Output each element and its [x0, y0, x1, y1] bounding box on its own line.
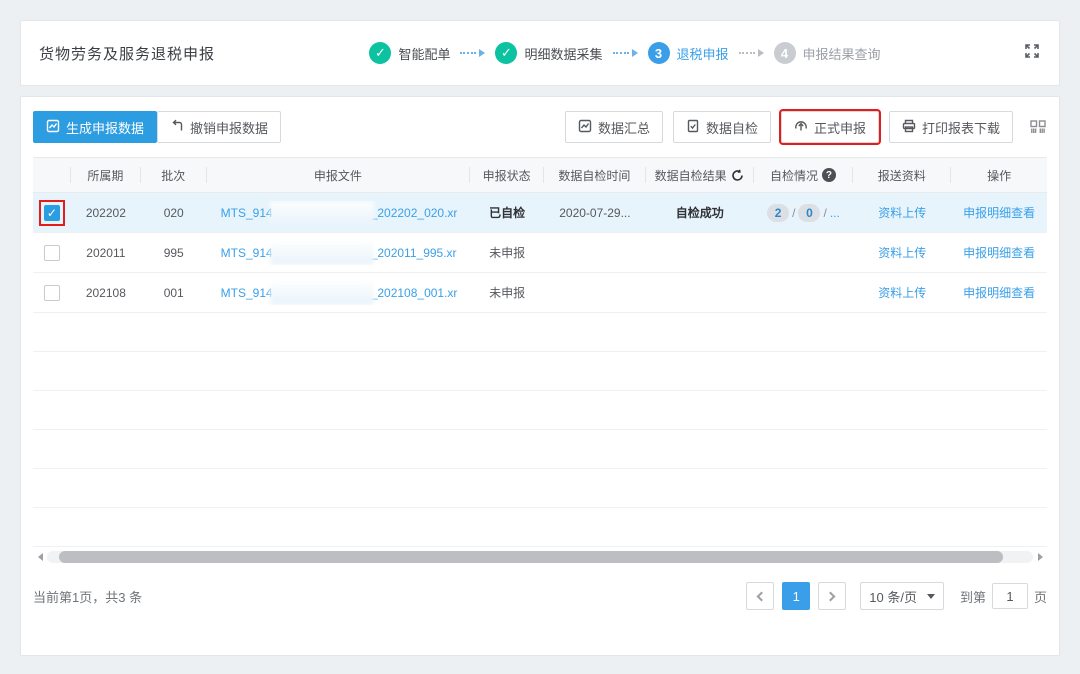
cell-selfcheck-badges: 2 / 0 / ...: [754, 204, 854, 222]
main-panel: 生成申报数据 撤销申报数据 数据汇总: [20, 96, 1060, 656]
chart-icon: [578, 119, 592, 136]
col-header-batch: 批次: [141, 167, 207, 183]
cell-period: 202011: [71, 246, 141, 260]
view-detail-link[interactable]: 申报明细查看: [963, 204, 1035, 221]
step-wizard: ✓ 智能配单 ✓ 明细数据采集 3 退税申报 4 申报结果查询: [245, 42, 1005, 64]
cell-period: 202108: [71, 286, 141, 300]
col-header-check-result: 数据自检结果: [646, 167, 754, 183]
data-summary-button[interactable]: 数据汇总: [565, 111, 663, 143]
step-number: 4: [774, 42, 796, 64]
step-result-query: 4 申报结果查询: [774, 42, 881, 64]
red-highlight-box: ✓: [39, 200, 65, 226]
step-connector: [739, 49, 764, 57]
step-connector: [460, 49, 485, 57]
table-row[interactable]: ✓ 202202 020 MTS_914_202202_020.xr 已自检 2…: [33, 193, 1047, 233]
fullscreen-icon[interactable]: [1023, 42, 1041, 65]
table-row[interactable]: 202011 995 MTS_914_202011_995.xr 未申报 资料上…: [33, 233, 1047, 273]
upload-material-link[interactable]: 资料上传: [878, 284, 926, 301]
cell-batch: 995: [141, 246, 207, 260]
declaration-file-link[interactable]: MTS_914_202202_020.xr: [207, 201, 471, 225]
pagination-bar: 当前第1页，共3 条 1 10 条/页 到第 页: [33, 582, 1047, 610]
step-connector: [613, 49, 638, 57]
prev-page-button[interactable]: [746, 582, 774, 610]
view-detail-link[interactable]: 申报明细查看: [963, 284, 1035, 301]
step-smart-matching: ✓ 智能配单: [369, 42, 450, 64]
col-header-upload: 报送资料: [853, 167, 951, 183]
undo-icon: [170, 119, 184, 136]
cell-batch: 020: [141, 206, 207, 220]
header-bar: 货物劳务及服务退税申报 ✓ 智能配单 ✓ 明细数据采集 3 退税申报 4 申报结…: [20, 20, 1060, 86]
cell-check-result: 自检成功: [646, 204, 754, 221]
col-header-period: 所属期: [71, 167, 141, 183]
table-header-row: 所属期 批次 申报文件 申报状态 数据自检时间 数据自检结果 自检情况 ? 报送…: [33, 157, 1047, 193]
step-tax-refund-declare: 3 退税申报: [648, 42, 729, 64]
row-checkbox[interactable]: [44, 285, 60, 301]
row-checkbox[interactable]: ✓: [44, 205, 60, 221]
scrollbar-track[interactable]: [47, 551, 1033, 563]
cell-status: 未申报: [470, 284, 544, 301]
goto-label: 到第: [960, 587, 986, 606]
declaration-file-link[interactable]: MTS_914_202108_001.xr: [207, 281, 471, 305]
col-header-selfcheck: 自检情况 ?: [754, 167, 854, 183]
pagination-summary: 当前第1页，共3 条: [33, 587, 142, 606]
dropdown-caret-icon: [927, 594, 935, 599]
column-settings-icon[interactable]: [1029, 119, 1047, 135]
formal-declaration-button[interactable]: 正式申报: [781, 111, 879, 143]
redaction-blur: [270, 281, 374, 305]
print-report-download-button[interactable]: 打印报表下载: [889, 111, 1013, 143]
page-title: 货物劳务及服务退税申报: [39, 43, 215, 64]
empty-rows: [33, 313, 1047, 547]
scroll-left-arrow[interactable]: [33, 550, 47, 564]
declaration-file-link[interactable]: MTS_914_202011_995.xr: [207, 241, 471, 265]
upload-material-link[interactable]: 资料上传: [878, 204, 926, 221]
cell-status: 未申报: [470, 244, 544, 261]
scrollbar-thumb[interactable]: [59, 551, 1003, 563]
col-header-check-time: 数据自检时间: [544, 167, 646, 183]
toolbar: 生成申报数据 撤销申报数据 数据汇总: [33, 111, 1047, 143]
data-selfcheck-button[interactable]: 数据自检: [673, 111, 771, 143]
step-number: 3: [648, 42, 670, 64]
row-checkbox[interactable]: [44, 245, 60, 261]
cell-status: 已自检: [470, 204, 544, 221]
step-done-check-icon: ✓: [495, 42, 517, 64]
help-icon[interactable]: ?: [822, 168, 836, 182]
upload-icon: [794, 119, 808, 136]
generate-declaration-button[interactable]: 生成申报数据: [33, 111, 157, 143]
goto-page-input[interactable]: [992, 583, 1028, 609]
page-size-select[interactable]: 10 条/页: [860, 582, 944, 610]
revoke-declaration-button[interactable]: 撤销申报数据: [157, 111, 281, 143]
scroll-right-arrow[interactable]: [1033, 550, 1047, 564]
goto-suffix: 页: [1034, 587, 1047, 606]
col-header-status: 申报状态: [470, 167, 544, 183]
view-detail-link[interactable]: 申报明细查看: [963, 244, 1035, 261]
col-header-ops: 操作: [951, 167, 1047, 183]
refresh-icon[interactable]: [731, 169, 744, 182]
cell-batch: 001: [141, 286, 207, 300]
step-done-check-icon: ✓: [369, 42, 391, 64]
next-page-button[interactable]: [818, 582, 846, 610]
table-row[interactable]: 202108 001 MTS_914_202108_001.xr 未申报 资料上…: [33, 273, 1047, 313]
upload-material-link[interactable]: 资料上传: [878, 244, 926, 261]
printer-icon: [902, 119, 916, 136]
col-header-file: 申报文件: [207, 167, 470, 183]
step-detail-collection: ✓ 明细数据采集: [495, 42, 602, 64]
declaration-table: 所属期 批次 申报文件 申报状态 数据自检时间 数据自检结果 自检情况 ? 报送…: [33, 157, 1047, 564]
redaction-blur: [270, 241, 374, 265]
redaction-blur: [270, 201, 374, 225]
chart-icon: [46, 119, 60, 136]
horizontal-scrollbar[interactable]: [33, 550, 1047, 564]
cell-period: 202202: [71, 206, 141, 220]
cell-check-time: 2020-07-29...: [544, 206, 646, 220]
selfcheck-badge[interactable]: 2: [767, 204, 789, 222]
document-check-icon: [686, 119, 700, 136]
selfcheck-badge[interactable]: 0: [798, 204, 820, 222]
page-number-button[interactable]: 1: [782, 582, 810, 610]
